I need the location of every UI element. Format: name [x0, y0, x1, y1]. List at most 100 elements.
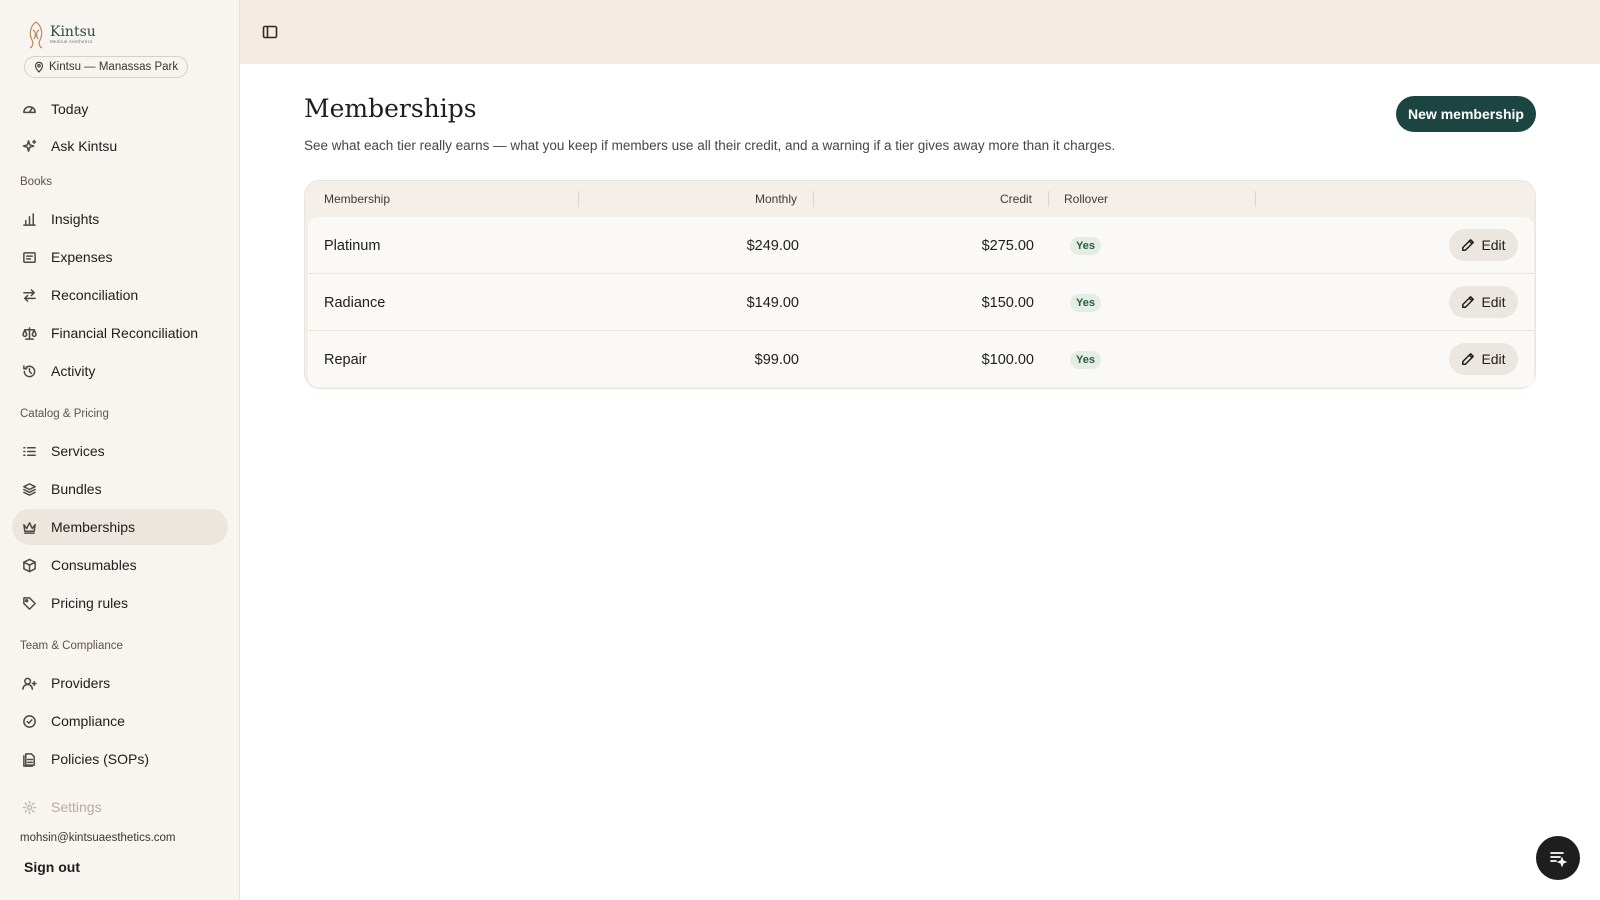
list-icon [23, 446, 36, 456]
sidebar-item-settings[interactable]: Settings [12, 789, 228, 825]
pencil-icon [1462, 353, 1475, 365]
sidebar-item-label: Activity [51, 363, 96, 379]
badge-check-icon [23, 714, 36, 728]
monthly-price: $99.00 [754, 351, 799, 368]
sidebar-item-services[interactable]: Services [12, 433, 228, 469]
sidebar-item-label: Policies (SOPs) [51, 751, 150, 767]
sidebar: Kintsu Medical Aesthetics Kintsu — Manas… [0, 0, 240, 900]
column-header-monthly[interactable]: Monthly [755, 192, 797, 206]
rollover-cell: Yes [1070, 217, 1101, 274]
sidebar-item-policies[interactable]: Policies (SOPs) [12, 741, 228, 777]
box-icon [23, 558, 36, 572]
column-divider [578, 191, 579, 207]
sidebar-item-reconciliation[interactable]: Reconciliation [12, 277, 228, 313]
sidebar-item-label: Providers [51, 675, 111, 691]
history-icon [23, 364, 36, 377]
sidebar-item-providers[interactable]: Providers [12, 665, 228, 701]
edit-button[interactable]: Edit [1449, 343, 1518, 375]
column-divider [1255, 191, 1256, 207]
sidebar-item-activity[interactable]: Activity [12, 353, 228, 389]
sidebar-item-compliance[interactable]: Compliance [12, 703, 228, 739]
sidebar-item-label: Bundles [51, 481, 102, 497]
edit-button[interactable]: Edit [1449, 229, 1518, 261]
brand-name: Kintsu [50, 24, 96, 41]
user-email: mohsin@kintsuaesthetics.com [20, 832, 176, 844]
credit-amount: $275.00 [981, 237, 1034, 254]
kintsu-logo-icon [29, 21, 43, 49]
column-header-membership[interactable]: Membership [324, 192, 390, 206]
column-divider [1048, 191, 1049, 207]
sidebar-item-label: Ask Kintsu [51, 138, 118, 154]
sidebar-item-pricing-rules[interactable]: Pricing rules [12, 585, 228, 621]
pencil-icon [1462, 239, 1475, 251]
column-header-rollover[interactable]: Rollover [1064, 192, 1108, 206]
brand-logo[interactable]: Kintsu Medical Aesthetics [26, 20, 96, 50]
layers-icon [23, 482, 36, 496]
location-selector[interactable]: Kintsu — Manassas Park [24, 56, 189, 78]
sidebar-item-label: Services [51, 443, 105, 459]
section-label-team-compliance: Team & Compliance [20, 640, 123, 652]
bar-chart-icon [23, 212, 36, 226]
memberships-table: Membership Monthly Credit Rollover Plati… [304, 180, 1536, 389]
edit-label: Edit [1481, 351, 1506, 367]
assistant-fab-button[interactable] [1536, 836, 1580, 880]
crown-icon [23, 521, 36, 534]
arrows-swap-icon [23, 288, 36, 302]
membership-name: Repair [324, 351, 367, 368]
table-row[interactable]: Radiance $149.00 $150.00 Yes Edit [308, 274, 1534, 331]
edit-button[interactable]: Edit [1449, 286, 1518, 318]
panel-left-icon [262, 25, 278, 39]
new-membership-button[interactable]: New membership [1396, 96, 1536, 132]
document-icon [23, 752, 35, 767]
rollover-cell: Yes [1070, 274, 1101, 331]
sidebar-item-insights[interactable]: Insights [12, 201, 228, 237]
pencil-icon [1462, 296, 1475, 308]
monthly-price: $249.00 [746, 237, 799, 254]
table-header: Membership Monthly Credit Rollover [305, 181, 1535, 217]
table-row[interactable]: Repair $99.00 $100.00 Yes Edit [308, 331, 1534, 387]
sign-out-button[interactable]: Sign out [24, 859, 80, 875]
rollover-badge: Yes [1070, 293, 1101, 312]
edit-label: Edit [1481, 237, 1506, 253]
gauge-icon [23, 105, 36, 113]
credit-amount: $150.00 [981, 294, 1034, 311]
table-body: Platinum $249.00 $275.00 Yes Edit Radian… [308, 217, 1534, 387]
sidebar-item-financial-reconciliation[interactable]: Financial Reconciliation [12, 315, 228, 351]
map-pin-icon [34, 61, 44, 73]
edit-label: Edit [1481, 294, 1506, 310]
sidebar-item-memberships[interactable]: Memberships [12, 509, 228, 545]
sidebar-item-expenses[interactable]: Expenses [12, 239, 228, 275]
sidebar-item-label: Financial Reconciliation [51, 325, 199, 341]
top-bar [240, 0, 1600, 64]
sidebar-item-label: Consumables [51, 557, 137, 573]
sidebar-item-label: Compliance [51, 713, 125, 729]
credit-amount: $100.00 [981, 351, 1034, 368]
receipt-icon [23, 251, 36, 263]
sidebar-item-ask-kintsu[interactable]: Ask Kintsu [12, 128, 228, 164]
section-label-books: Books [20, 176, 52, 188]
rollover-badge: Yes [1070, 236, 1101, 255]
membership-name: Platinum [324, 237, 381, 254]
user-plus-icon [22, 677, 37, 690]
sidebar-item-label: Memberships [51, 519, 136, 535]
sidebar-item-label: Today [51, 101, 89, 117]
sidebar-item-label: Insights [51, 211, 100, 227]
monthly-price: $149.00 [746, 294, 799, 311]
sidebar-item-label: Reconciliation [51, 287, 139, 303]
sidebar-item-consumables[interactable]: Consumables [12, 547, 228, 583]
gear-icon [22, 800, 37, 814]
table-row[interactable]: Platinum $249.00 $275.00 Yes Edit [308, 217, 1534, 274]
filter-sparkle-icon [1550, 852, 1567, 867]
sparkle-icon [22, 139, 37, 152]
sidebar-item-bundles[interactable]: Bundles [12, 471, 228, 507]
sidebar-toggle-button[interactable] [262, 24, 278, 40]
section-label-catalog-pricing: Catalog & Pricing [20, 408, 109, 420]
page-title: Memberships [304, 94, 477, 123]
brand-tagline: Medical Aesthetics [50, 39, 93, 45]
rollover-cell: Yes [1070, 331, 1101, 387]
column-header-credit[interactable]: Credit [1000, 192, 1032, 206]
page-subtitle: See what each tier really earns — what y… [304, 138, 1116, 153]
sidebar-item-label: Settings [51, 799, 102, 815]
scale-icon [22, 326, 37, 340]
sidebar-item-today[interactable]: Today [12, 91, 228, 127]
